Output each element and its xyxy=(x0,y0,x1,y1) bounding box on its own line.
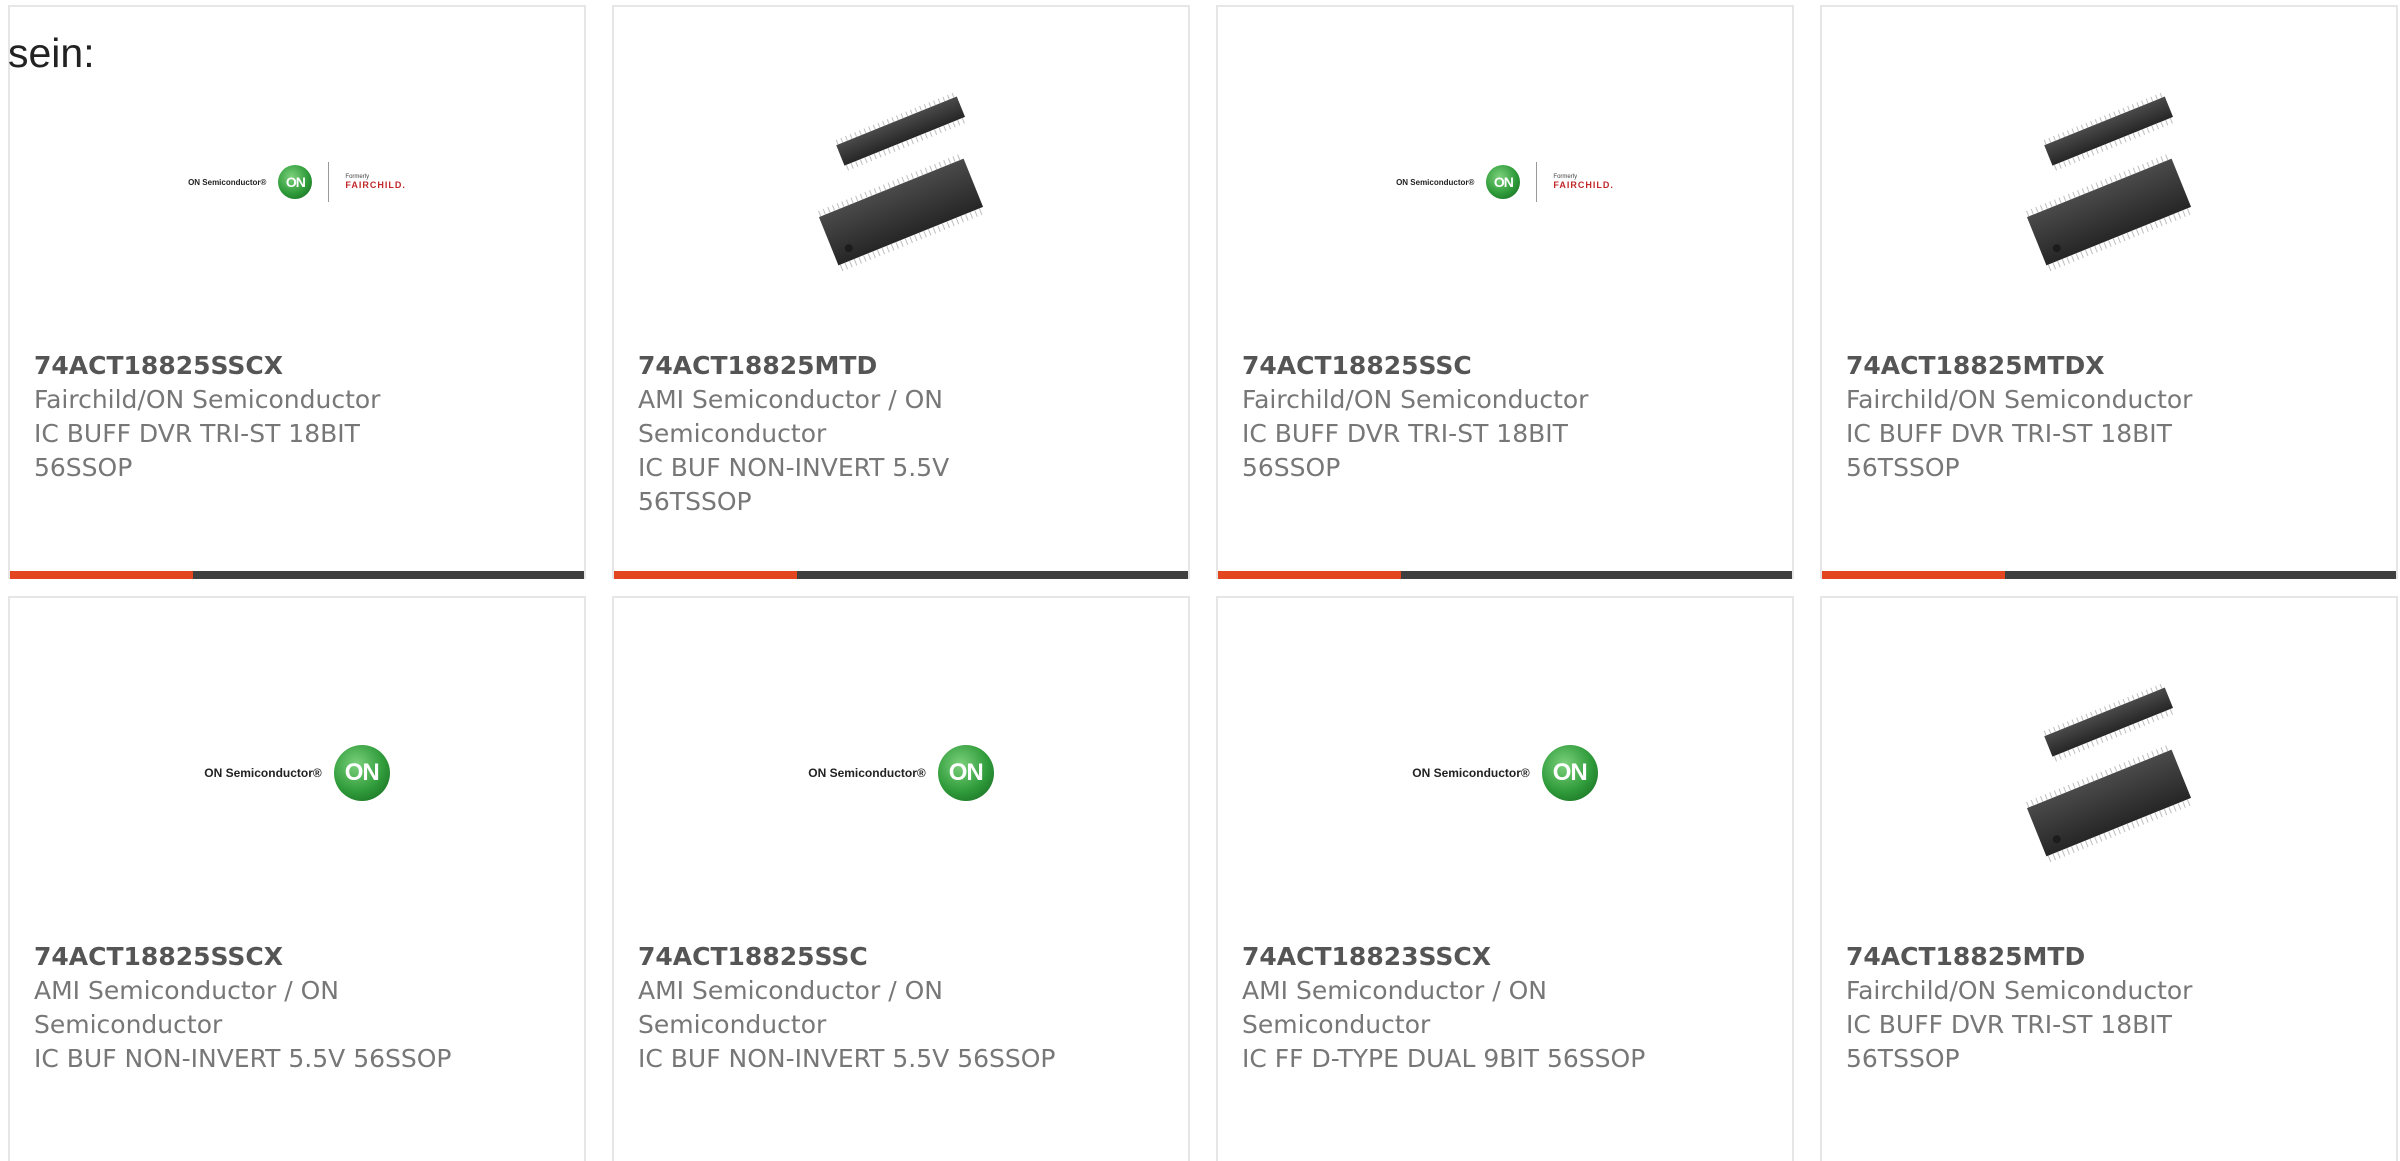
on-logo-icon: ON xyxy=(1486,165,1521,199)
product-info: 74ACT18825MTD AMI Semiconductor / ON Sem… xyxy=(638,349,1058,519)
product-image: ON Semiconductor® ON Formerly FAIRCHILD. xyxy=(10,62,584,302)
product-card[interactable]: ON Semiconductor® ON 74ACT18825SSC AMI S… xyxy=(612,596,1190,1161)
card-bottom-bar xyxy=(1218,571,1792,579)
on-semiconductor-wordmark: ON Semiconductor® xyxy=(188,177,267,187)
manufacturer: Fairchild/ON Semiconductor xyxy=(34,385,381,414)
on-semiconductor-wordmark: ON Semiconductor® xyxy=(1396,177,1475,187)
product-image: ON Semiconductor® ON Formerly FAIRCHILD. xyxy=(1218,62,1792,302)
manufacturer: Fairchild/ON Semiconductor xyxy=(1846,976,2193,1005)
fairchild-logo: Formerly FAIRCHILD. xyxy=(1553,174,1614,190)
product-card[interactable]: 74ACT18825MTD Fairchild/ON Semiconductor… xyxy=(1820,596,2398,1161)
manufacturer: Fairchild/ON Semiconductor xyxy=(1242,385,1589,414)
on-fairchild-logo: ON Semiconductor® ON Formerly FAIRCHILD. xyxy=(1396,162,1614,202)
product-image xyxy=(1822,653,2396,893)
product-info: 74ACT18825SSC Fairchild/ON Semiconductor… xyxy=(1242,349,1662,485)
card-accent-bar xyxy=(1218,571,1401,579)
description: IC BUFF DVR TRI-ST 18BIT 56SSOP xyxy=(1242,419,1568,482)
logo-divider xyxy=(328,162,330,202)
description: IC FF D-TYPE DUAL 9BIT 56SSOP xyxy=(1242,1044,1646,1073)
tssop-chip-icon xyxy=(2026,92,2192,272)
on-semiconductor-wordmark: ON Semiconductor® xyxy=(1412,766,1530,780)
manufacturer: AMI Semiconductor / ON Semiconductor xyxy=(638,976,943,1039)
part-number[interactable]: 74ACT18823SSCX xyxy=(1242,940,1662,974)
manufacturer: AMI Semiconductor / ON Semiconductor xyxy=(638,385,943,448)
product-card[interactable]: 74ACT18825MTD AMI Semiconductor / ON Sem… xyxy=(612,5,1190,579)
product-card[interactable]: ON Semiconductor® ON 74ACT18823SSCX AMI … xyxy=(1216,596,1794,1161)
part-number[interactable]: 74ACT18825SSCX xyxy=(34,349,454,383)
description: IC BUF NON-INVERT 5.5V 56SSOP xyxy=(34,1044,452,1073)
part-number[interactable]: 74ACT18825SSC xyxy=(638,940,1058,974)
product-image: ON Semiconductor® ON xyxy=(614,653,1188,893)
part-number[interactable]: 74ACT18825SSC xyxy=(1242,349,1662,383)
tssop-chip-icon xyxy=(818,92,984,272)
manufacturer: Fairchild/ON Semiconductor xyxy=(1846,385,2193,414)
on-fairchild-logo: ON Semiconductor® ON Formerly FAIRCHILD. xyxy=(188,162,406,202)
product-info: 74ACT18823SSCX AMI Semiconductor / ON Se… xyxy=(1242,940,1662,1076)
product-info: 74ACT18825SSC AMI Semiconductor / ON Sem… xyxy=(638,940,1058,1076)
on-semiconductor-wordmark: ON Semiconductor® xyxy=(808,766,926,780)
description: IC BUF NON-INVERT 5.5V 56SSOP xyxy=(638,1044,1056,1073)
intro-text: sein: xyxy=(8,30,95,76)
on-semiconductor-logo: ON Semiconductor® ON xyxy=(204,745,390,801)
part-number[interactable]: 74ACT18825MTDX xyxy=(1846,349,2266,383)
page: sein: ON Semiconductor® ON Formerly FAIR… xyxy=(0,0,2400,1161)
description: IC BUFF DVR TRI-ST 18BIT 56TSSOP xyxy=(1846,1010,2172,1073)
on-logo-icon: ON xyxy=(333,745,390,801)
description: IC BUFF DVR TRI-ST 18BIT 56SSOP xyxy=(34,419,360,482)
product-card[interactable]: ON Semiconductor® ON Formerly FAIRCHILD.… xyxy=(8,5,586,579)
product-info: 74ACT18825SSCX AMI Semiconductor / ON Se… xyxy=(34,940,454,1076)
on-logo-icon: ON xyxy=(1541,745,1598,801)
product-info: 74ACT18825MTD Fairchild/ON Semiconductor… xyxy=(1846,940,2266,1076)
fairchild-logo: Formerly FAIRCHILD. xyxy=(345,174,406,190)
product-image: ON Semiconductor® ON xyxy=(1218,653,1792,893)
card-bottom-bar xyxy=(614,571,1188,579)
on-semiconductor-logo: ON Semiconductor® ON xyxy=(808,745,994,801)
product-card[interactable]: ON Semiconductor® ON 74ACT18825SSCX AMI … xyxy=(8,596,586,1161)
on-logo-icon: ON xyxy=(937,745,994,801)
fairchild-wordmark: FAIRCHILD. xyxy=(345,180,406,190)
part-number[interactable]: 74ACT18825SSCX xyxy=(34,940,454,974)
product-image: ON Semiconductor® ON xyxy=(10,653,584,893)
part-number[interactable]: 74ACT18825MTD xyxy=(638,349,1058,383)
product-info: 74ACT18825SSCX Fairchild/ON Semiconducto… xyxy=(34,349,454,485)
on-semiconductor-wordmark: ON Semiconductor® xyxy=(204,766,322,780)
product-info: 74ACT18825MTDX Fairchild/ON Semiconducto… xyxy=(1846,349,2266,485)
manufacturer: AMI Semiconductor / ON Semiconductor xyxy=(34,976,339,1039)
fairchild-wordmark: FAIRCHILD. xyxy=(1553,180,1614,190)
card-bottom-bar xyxy=(10,571,584,579)
card-accent-bar xyxy=(1822,571,2005,579)
product-card[interactable]: 74ACT18825MTDX Fairchild/ON Semiconducto… xyxy=(1820,5,2398,579)
description: IC BUF NON-INVERT 5.5V 56TSSOP xyxy=(638,453,950,516)
product-grid: ON Semiconductor® ON Formerly FAIRCHILD.… xyxy=(8,5,2398,1161)
manufacturer: AMI Semiconductor / ON Semiconductor xyxy=(1242,976,1547,1039)
product-card[interactable]: ON Semiconductor® ON Formerly FAIRCHILD.… xyxy=(1216,5,1794,579)
card-accent-bar xyxy=(10,571,193,579)
product-image xyxy=(614,62,1188,302)
description: IC BUFF DVR TRI-ST 18BIT 56TSSOP xyxy=(1846,419,2172,482)
card-bottom-bar xyxy=(1822,571,2396,579)
card-accent-bar xyxy=(614,571,797,579)
tssop-chip-icon xyxy=(2026,683,2192,863)
on-semiconductor-logo: ON Semiconductor® ON xyxy=(1412,745,1598,801)
product-image xyxy=(1822,62,2396,302)
on-logo-icon: ON xyxy=(278,165,313,199)
logo-divider xyxy=(1536,162,1538,202)
part-number[interactable]: 74ACT18825MTD xyxy=(1846,940,2266,974)
